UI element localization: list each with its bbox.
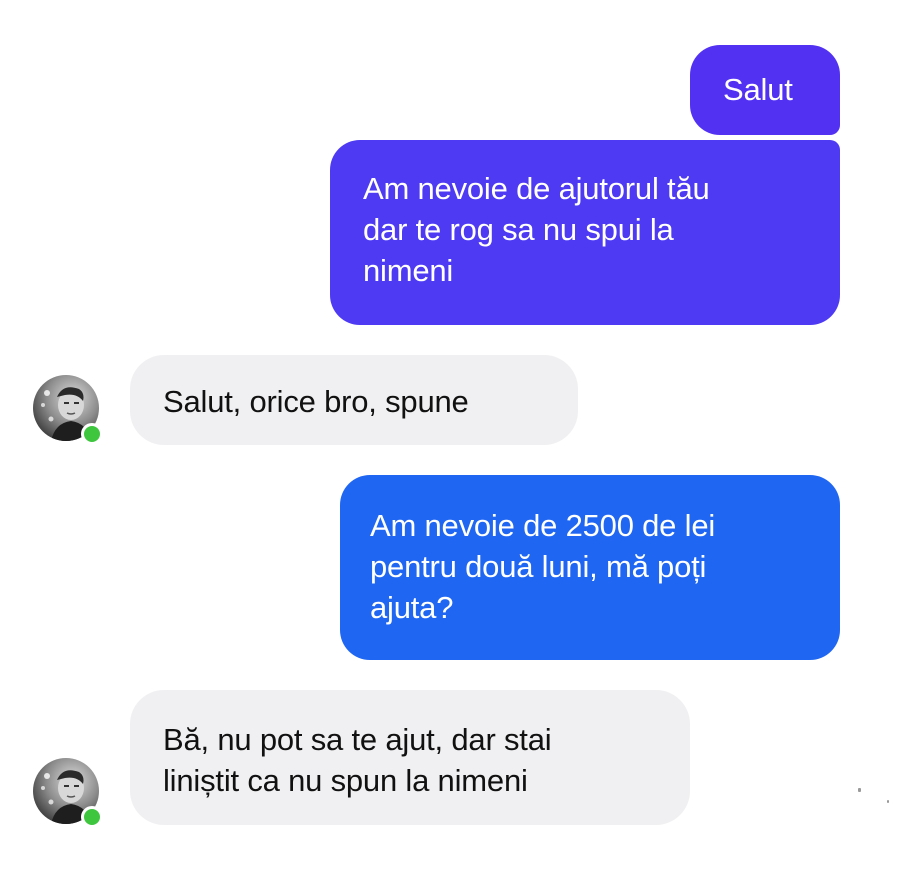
message-text: Salut	[723, 72, 793, 107]
message-bubble-incoming[interactable]: Bă, nu pot sa te ajut, dar stai liniștit…	[130, 690, 690, 825]
message-bubble-outgoing[interactable]: Am nevoie de ajutorul tău dar te rog sa …	[330, 140, 840, 325]
message-text: Am nevoie de 2500 de lei pentru două lun…	[370, 508, 716, 625]
online-status-icon	[81, 423, 103, 445]
message-bubble-outgoing[interactable]: Salut	[690, 45, 840, 135]
message-text: Am nevoie de ajutorul tău dar te rog sa …	[363, 171, 710, 288]
message-bubble-outgoing[interactable]: Am nevoie de 2500 de lei pentru două lun…	[340, 475, 840, 660]
contact-avatar[interactable]	[33, 758, 103, 828]
contact-avatar[interactable]	[33, 375, 103, 445]
message-text: Bă, nu pot sa te ajut, dar stai liniștit…	[163, 722, 552, 798]
message-bubble-incoming[interactable]: Salut, orice bro, spune	[130, 355, 578, 445]
chat-thread: Salut Am nevoie de ajutorul tău dar te r…	[0, 0, 900, 879]
image-artifact	[858, 788, 861, 792]
image-artifact	[887, 800, 889, 803]
message-text: Salut, orice bro, spune	[163, 384, 469, 419]
online-status-icon	[81, 806, 103, 828]
